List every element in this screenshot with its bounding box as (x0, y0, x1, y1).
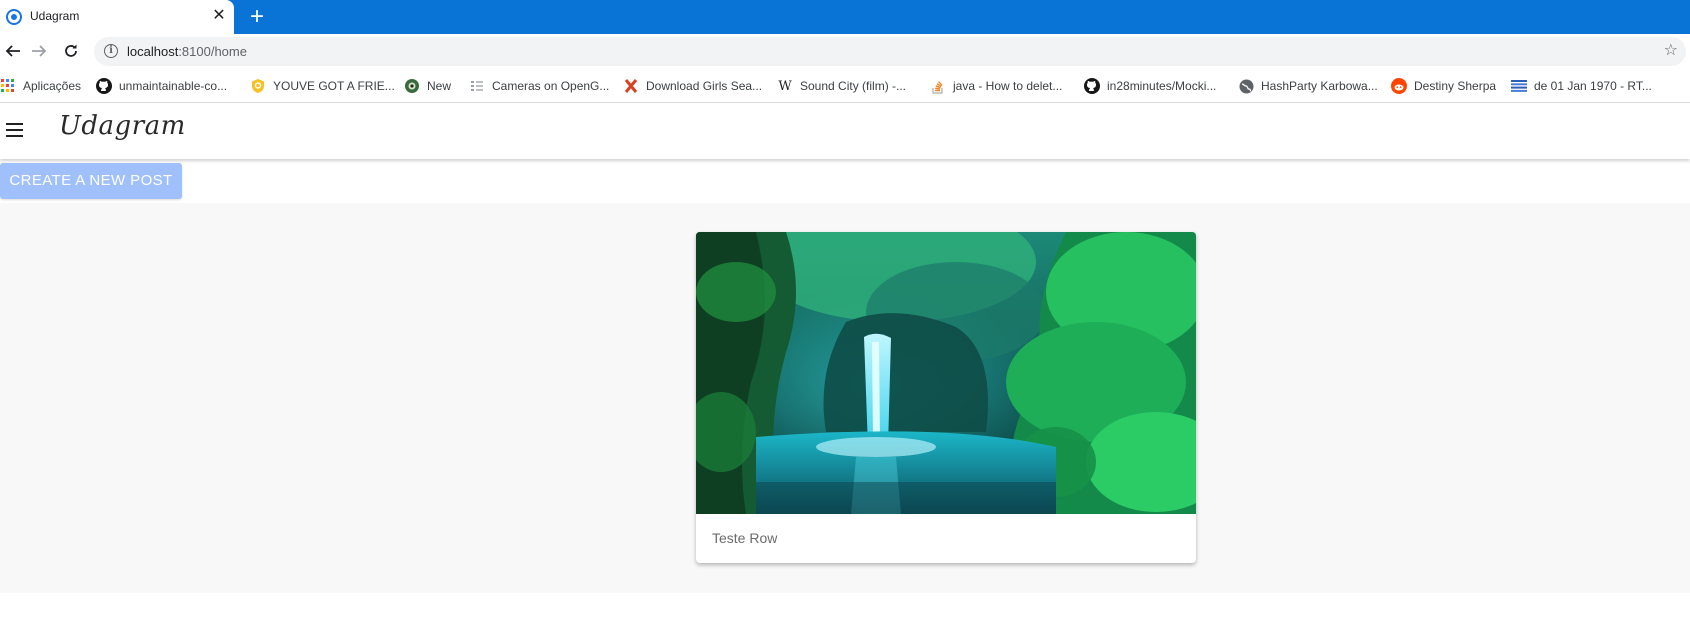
bookmark-label: Destiny Sherpa (1414, 79, 1497, 93)
bookmark-cameras[interactable]: Cameras on OpenG... (469, 76, 609, 96)
badge-icon (250, 78, 266, 94)
bookmark-label: New (427, 79, 452, 93)
bookmark-star-icon[interactable]: ☆ (1664, 42, 1678, 60)
feed-item-card[interactable]: Teste Row (696, 232, 1196, 563)
bookmark-wikipedia[interactable]: W Sound City (film) -... (777, 76, 906, 96)
bookmark-download[interactable]: Download Girls Sea... (623, 76, 762, 96)
reddit-icon (1391, 78, 1407, 94)
reload-button[interactable] (58, 38, 84, 64)
address-url[interactable]: localhost:8100/home (127, 44, 247, 59)
waterfall-photo (696, 232, 1196, 514)
app-header: Udagram (0, 103, 1690, 159)
bookmark-label: Cameras on OpenG... (492, 79, 610, 93)
bookmark-label: java - How to delet... (953, 79, 1063, 93)
address-bar[interactable]: i localhost:8100/home ☆ (94, 37, 1686, 66)
bookmark-label: Sound City (film) -... (800, 79, 907, 93)
list-icon (469, 78, 485, 94)
stackoverflow-icon (930, 78, 946, 94)
bookmark-apps[interactable]: Aplicações (0, 76, 81, 96)
back-button[interactable] (0, 38, 26, 64)
tab-title: Udagram (30, 9, 80, 23)
bookmark-label: YOUVE GOT A FRIE... (273, 79, 395, 93)
bookmark-label: unmaintainable-co... (119, 79, 228, 93)
post-caption: Teste Row (712, 530, 778, 546)
tab-close-icon[interactable]: ✕ (210, 6, 228, 26)
site-info-icon[interactable]: i (104, 44, 118, 58)
stripes-icon (1511, 78, 1527, 94)
bookmark-label: Download Girls Sea... (646, 79, 763, 93)
bookmark-destiny-sherpa[interactable]: Destiny Sherpa (1391, 76, 1496, 96)
menu-hamburger-icon[interactable] (4, 119, 26, 141)
bookmark-github-1[interactable]: unmaintainable-co... (96, 76, 227, 96)
browser-tab[interactable]: Udagram ✕ (0, 0, 234, 34)
bookmark-github-2[interactable]: in28minutes/Mocki... (1084, 76, 1216, 96)
forward-arrow-icon (32, 45, 47, 57)
forward-button[interactable] (26, 38, 52, 64)
bookmark-youve-got-a-friend[interactable]: YOUVE GOT A FRIE... (250, 76, 395, 96)
udagram-favicon-icon (6, 9, 22, 25)
app-title: Udagram (59, 111, 186, 141)
browser-tab-strip: Udagram ✕ + (0, 0, 1690, 34)
bookmark-rt[interactable]: de 01 Jan 1970 - RT... (1511, 76, 1652, 96)
github-icon (1084, 78, 1100, 94)
back-arrow-icon (5, 45, 20, 57)
github-icon (96, 78, 112, 94)
bookmarks-bar: Aplicações unmaintainable-co... YOUVE GO… (0, 70, 1690, 103)
bookmark-label: de 01 Jan 1970 - RT... (1534, 79, 1652, 93)
create-new-post-button[interactable]: Create a new post (0, 163, 182, 199)
browser-toolbar: i localhost:8100/home ☆ (0, 34, 1690, 70)
bookmark-label: HashParty Karbowa... (1261, 79, 1378, 93)
bookmark-hashparty[interactable]: HashParty Karbowa... (1238, 76, 1378, 96)
reload-icon (65, 44, 77, 57)
bookmark-new[interactable]: New (404, 76, 451, 96)
eye-globe-icon (404, 78, 420, 94)
x-icon (623, 78, 639, 94)
globe-icon (1238, 78, 1254, 94)
url-host: localhost (127, 44, 179, 59)
bookmark-label: Aplicações (23, 79, 82, 93)
apps-grid-icon (0, 78, 16, 94)
new-tab-button[interactable]: + (244, 3, 270, 31)
bookmark-label: in28minutes/Mocki... (1107, 79, 1217, 93)
url-path: :8100/home (178, 44, 247, 59)
wikipedia-icon: W (778, 78, 792, 94)
bookmark-stackoverflow[interactable]: java - How to delet... (930, 76, 1062, 96)
